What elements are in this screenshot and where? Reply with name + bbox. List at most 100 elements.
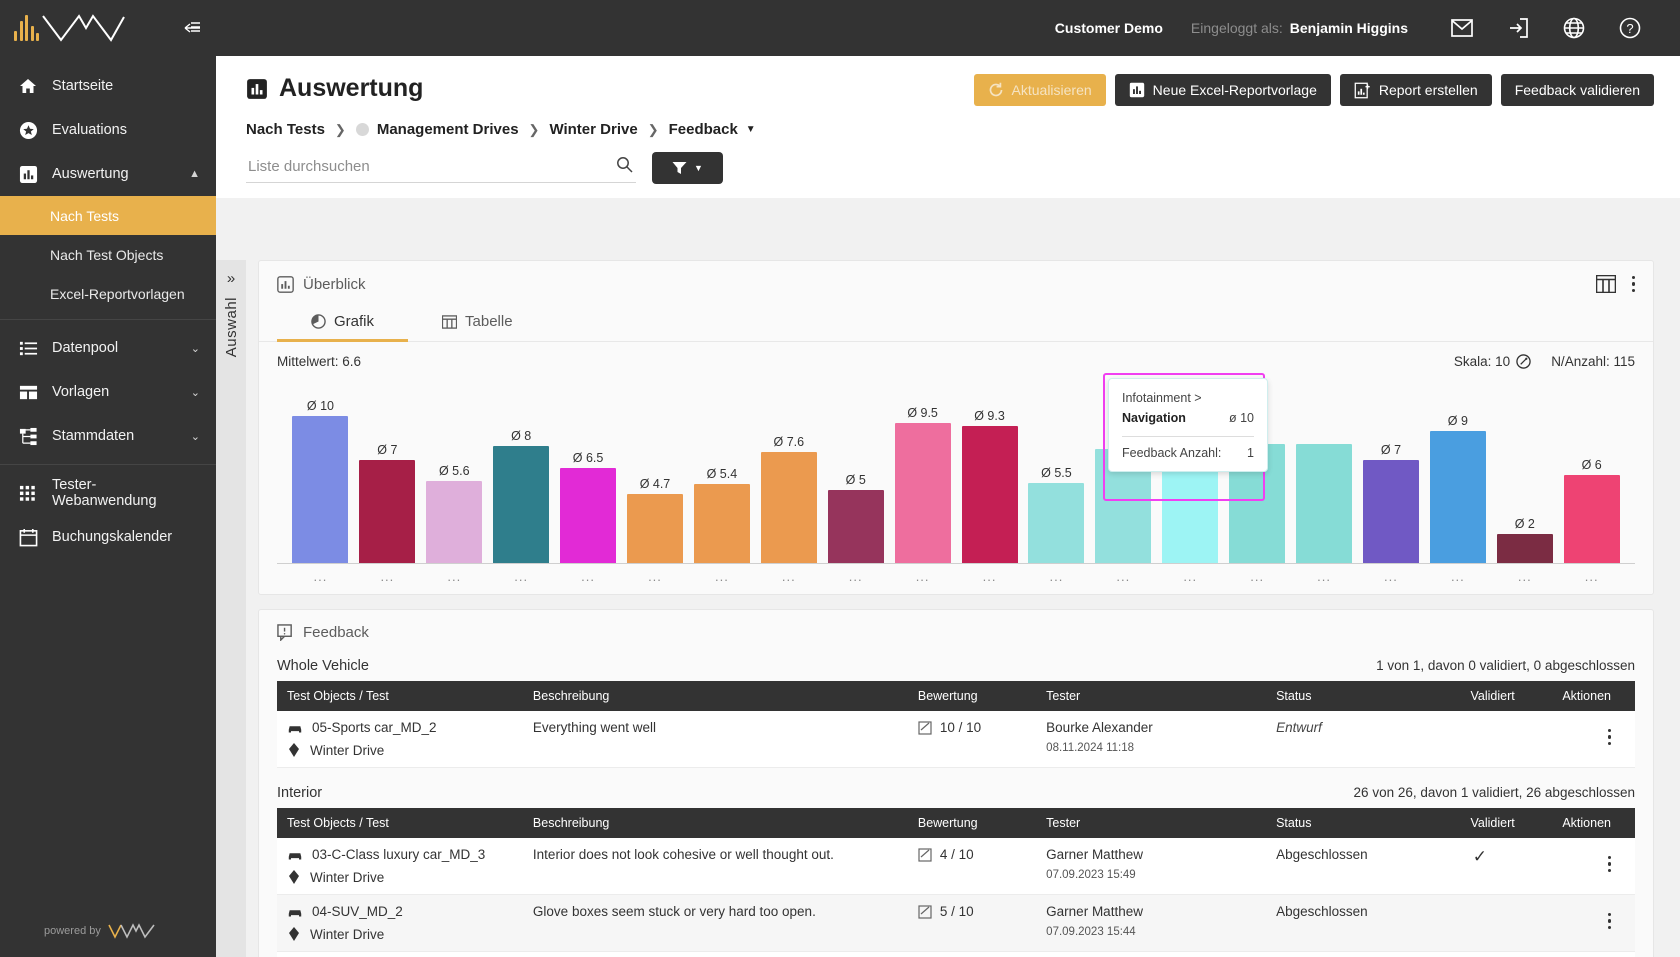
chart-bar[interactable] [1429,430,1486,564]
table-row[interactable]: 03-C-Class luxury car_MD_3 Winter Drive In… [277,838,1635,895]
chart-bar-slot[interactable]: Ø 7.6 [755,389,822,564]
tester-name: Garner Matthew [1046,847,1143,862]
overview-menu-button[interactable] [1631,275,1635,293]
chart-bar-slot[interactable]: Ø 9 [1424,389,1491,564]
column-header[interactable]: Status [1266,808,1422,838]
chart-bar[interactable] [894,423,951,564]
column-header[interactable]: Aktionen [1538,808,1635,838]
column-header[interactable]: Beschreibung [522,681,908,711]
feedback-validieren-button[interactable]: Feedback validieren [1500,74,1654,106]
chart-bar[interactable] [827,490,884,564]
chart-bar[interactable] [359,460,416,564]
cell-tester: Garner Matthew07.09.2023 15:36 [1036,951,1267,957]
row-actions-menu-button[interactable] [1607,855,1611,872]
chart-bar[interactable] [1028,482,1085,564]
chart-bar[interactable] [1496,534,1553,564]
chart-bar[interactable] [1296,444,1353,564]
sidebar-item-vorlagen[interactable]: Vorlagen ⌄ [0,370,216,414]
chart-bar-slot[interactable]: Ø 7 [354,389,421,564]
chart-bar-slot[interactable]: Ø 6 [1558,389,1625,564]
chart-bar-slot[interactable]: Ø 5.4 [688,389,755,564]
column-header[interactable]: Bewertung [907,681,1037,711]
chart-bar[interactable] [426,481,483,564]
column-header[interactable]: Test Objects / Test [277,681,523,711]
chart-bar-slot[interactable]: Ø 7 [1358,389,1425,564]
chart-bar-slot[interactable]: Ø 2 [1491,389,1558,564]
report-erstellen-button[interactable]: Report erstellen [1339,74,1492,106]
chart-bar-label: Ø 9 [1447,413,1468,428]
tab-tabelle[interactable]: Tabelle [408,303,547,342]
sidebar-item-stammdaten[interactable]: Stammdaten ⌄ [0,414,216,458]
sidebar-header [0,0,216,56]
breadcrumb-item-nach-tests[interactable]: Nach Tests [246,121,325,138]
sidebar-item-auswertung[interactable]: Auswertung ▲ [0,152,216,196]
column-header[interactable]: Test Objects / Test [277,808,523,838]
chart-bar-slot[interactable]: Ø 6.5 [555,389,622,564]
chart-bar-slot[interactable]: Ø 9.5 [889,389,956,564]
tab-grafik[interactable]: Grafik [277,303,409,342]
columns-icon[interactable] [1595,275,1616,293]
help-icon[interactable]: ? [1602,0,1658,56]
sidebar-item-startseite[interactable]: Startseite [0,64,216,108]
table-row[interactable]: 03-C-Class luxury car_MD_1Winter DriveSe… [277,951,1635,957]
chart-bar-slot[interactable] [1291,389,1358,564]
breadcrumb-item-feedback[interactable]: Feedback ▼ [669,121,756,138]
selection-panel-toggle[interactable]: » Auswahl [216,260,246,957]
column-header[interactable]: Beschreibung [522,808,908,838]
mail-icon[interactable] [1434,0,1490,56]
chart-bar[interactable] [961,426,1018,564]
chart-bar-slot[interactable]: Ø 4.7 [622,389,689,564]
sidebar-collapse-button[interactable] [182,18,202,38]
sidebar-item-nach-test-objects[interactable]: Nach Test Objects [0,235,216,274]
neue-excel-reportvorlage-button[interactable]: Neue Excel-Reportvorlage [1114,74,1331,106]
chart-bar-slot[interactable]: Ø 10 [287,389,354,564]
aktualisieren-button[interactable]: Aktualisieren [973,74,1106,106]
search-icon[interactable] [616,156,633,173]
chart-bar-slot[interactable]: Ø 9.3 [956,389,1023,564]
table-row[interactable]: 05-Sports car_MD_2 Winter Drive Everything… [277,711,1635,768]
column-header[interactable]: Status [1266,681,1422,711]
logout-icon[interactable] [1490,0,1546,56]
chart-bar[interactable] [626,494,683,564]
sidebar-item-nach-tests[interactable]: Nach Tests [0,196,216,235]
sidebar-item-tester-webanwendung[interactable]: Tester-Webanwendung [0,471,216,515]
column-header[interactable]: Validiert [1421,681,1539,711]
chart-x-tick: ... [1584,569,1599,584]
breadcrumb-item-winter-drive[interactable]: Winter Drive [549,121,637,138]
chart-bar-label: Ø 9.5 [907,406,938,421]
chart-bar[interactable] [493,445,550,564]
chart-bar-slot[interactable]: Ø 5.6 [421,389,488,564]
chart-bar[interactable] [693,484,750,564]
chart-bar[interactable] [292,416,349,564]
column-header[interactable]: Tester [1036,808,1267,838]
sidebar-item-buchungskalender[interactable]: Buchungskalender [0,515,216,559]
breadcrumb-item-management-drives[interactable]: Management Drives [355,121,519,138]
row-actions-menu-button[interactable] [1607,912,1611,929]
sidebar-item-excel-reportvorlagen[interactable]: Excel-Reportvorlagen [0,274,216,313]
feedback-group-meta: 1 von 1, davon 0 validiert, 0 abgeschlos… [1376,658,1635,673]
search-input[interactable] [246,153,636,183]
tooltip-divider [1122,436,1254,437]
rating-icon [918,847,932,862]
chart-bar[interactable] [560,467,617,564]
table-row[interactable]: 04-SUV_MD_2 Winter Drive Glove boxes seem … [277,894,1635,952]
sidebar-item-datenpool[interactable]: Datenpool ⌄ [0,326,216,370]
feedback-groups: Whole Vehicle 1 von 1, davon 0 validiert,… [277,658,1635,957]
filter-button[interactable]: ▼ [652,152,723,184]
chart-bar[interactable] [1563,475,1620,564]
chart-bar-label: Ø 6.5 [572,450,604,465]
sidebar-item-evaluations[interactable]: Evaluations [0,108,216,152]
globe-icon[interactable] [1546,0,1602,56]
column-header[interactable]: Aktionen [1538,681,1635,711]
chart-bar-slot[interactable]: Ø 5 [822,389,889,564]
chart-bar-slot[interactable]: Ø 5.5 [1023,389,1090,564]
chart-bar-slot[interactable]: Ø 8 [488,389,555,564]
column-header[interactable]: Bewertung [907,808,1037,838]
row-actions-menu-button[interactable] [1607,728,1611,745]
chart-bar[interactable] [1362,460,1419,564]
column-header[interactable]: Tester [1036,681,1267,711]
chart-bar[interactable] [760,451,817,564]
column-header[interactable]: Validiert [1421,808,1539,838]
car-icon [287,906,303,918]
cell-test-object: 05-Sports car_MD_2 Winter Drive [277,711,523,768]
